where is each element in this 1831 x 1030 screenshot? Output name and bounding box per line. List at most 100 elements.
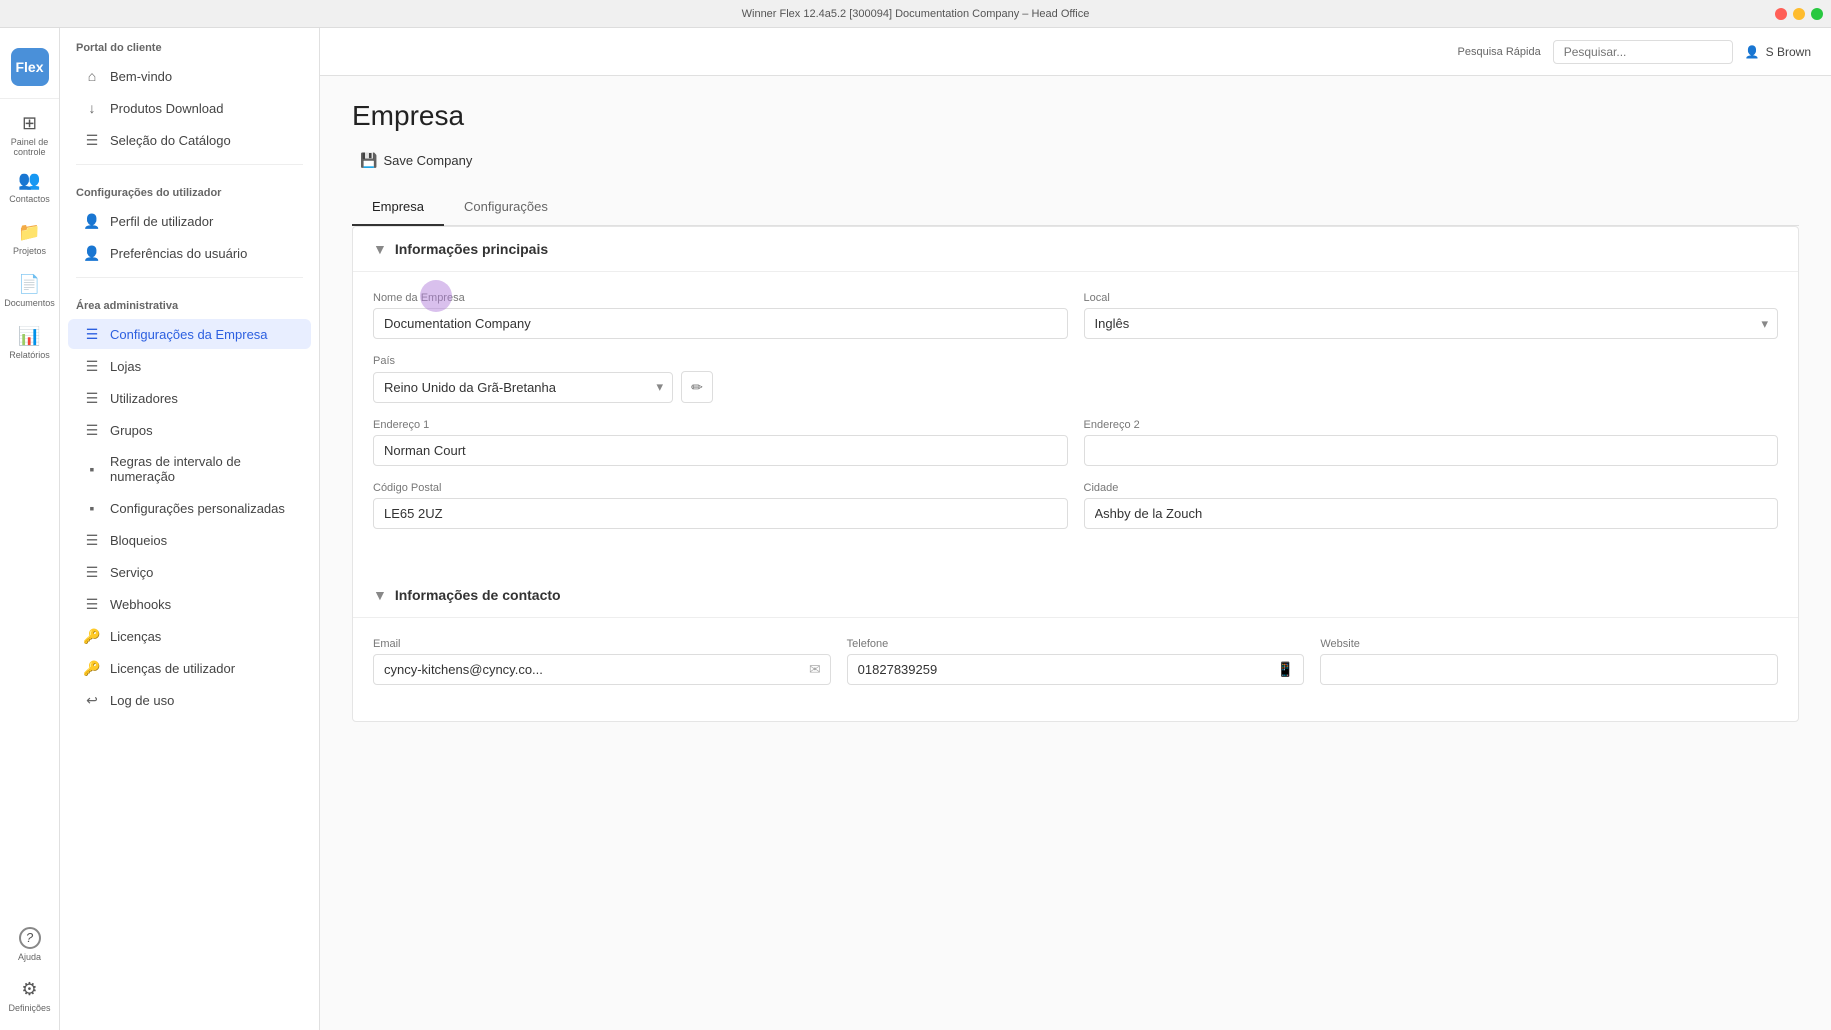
ajuda-icon: ? bbox=[19, 927, 41, 949]
nav-definicoes[interactable]: ⚙ Definições bbox=[6, 972, 54, 1020]
form-row-4: Código Postal Cidade bbox=[373, 482, 1778, 529]
telefone-input-wrapper: 📱 bbox=[847, 654, 1305, 685]
edit-pais-button[interactable]: ✏ bbox=[681, 371, 713, 403]
email-input-wrapper: ✉ bbox=[373, 654, 831, 685]
webhooks-icon: ☰ bbox=[84, 596, 100, 612]
label-telefone: Telefone bbox=[847, 638, 1305, 650]
sidebar-item-label-produtos: Produtos Download bbox=[110, 101, 223, 116]
nav-contactos[interactable]: 👥 Contactos bbox=[6, 163, 54, 211]
sidebar-item-label-preferencias: Preferências do usuário bbox=[110, 246, 247, 261]
sidebar-item-perfil[interactable]: 👤 Perfil de utilizador bbox=[68, 206, 311, 236]
country-select-wrap: Reino Unido da Grã-Bretanha bbox=[373, 372, 673, 403]
sidebar-item-log-uso[interactable]: ↩ Log de uso bbox=[68, 685, 311, 715]
input-telefone[interactable] bbox=[847, 654, 1305, 685]
projetos-icon: 📁 bbox=[18, 222, 40, 243]
email-icon: ✉ bbox=[809, 661, 821, 678]
page-area: Empresa 💾 Save Company Empresa Configura… bbox=[320, 76, 1831, 1030]
sidebar-item-utilizadores[interactable]: ☰ Utilizadores bbox=[68, 383, 311, 413]
group-telefone: Telefone 📱 bbox=[847, 638, 1305, 685]
input-endereco1[interactable] bbox=[373, 435, 1068, 466]
user-info[interactable]: 👤 S Brown bbox=[1745, 45, 1811, 59]
input-endereco2[interactable] bbox=[1084, 435, 1779, 466]
section-header-contacto[interactable]: ▼ Informações de contacto bbox=[353, 573, 1798, 618]
section-header-principais[interactable]: ▼ Informações principais bbox=[353, 227, 1798, 272]
group-cidade: Cidade bbox=[1084, 482, 1779, 529]
sidebar-item-config-personalizadas[interactable]: ▪ Configurações personalizadas bbox=[68, 493, 311, 523]
icon-nav: Flex ⊞ Painel de controle 👥 Contactos 📁 … bbox=[0, 28, 60, 1030]
input-website[interactable] bbox=[1320, 654, 1778, 685]
save-company-button[interactable]: 💾 Save Company bbox=[352, 148, 480, 173]
input-cidade[interactable] bbox=[1084, 498, 1779, 529]
form-row-2: País Reino Unido da Grã-Bretanha ✏ bbox=[373, 355, 1778, 403]
phone-icon: 📱 bbox=[1277, 661, 1294, 678]
sidebar-item-lojas[interactable]: ☰ Lojas bbox=[68, 351, 311, 381]
sidebar-item-label-config-empresa: Configurações da Empresa bbox=[110, 327, 268, 342]
sidebar-item-label-grupos: Grupos bbox=[110, 423, 153, 438]
quick-search-input[interactable] bbox=[1553, 40, 1733, 64]
sidebar-item-label-log-uso: Log de uso bbox=[110, 693, 174, 708]
label-cidade: Cidade bbox=[1084, 482, 1779, 494]
sidebar-item-label-regras: Regras de intervalo de numeração bbox=[110, 454, 295, 484]
save-icon: 💾 bbox=[360, 152, 377, 169]
bloqueios-icon: ☰ bbox=[84, 532, 100, 548]
select-pais[interactable]: Reino Unido da Grã-Bretanha bbox=[373, 372, 673, 403]
sidebar-item-regras[interactable]: ▪ Regras de intervalo de numeração bbox=[68, 447, 311, 491]
tab-configuracoes[interactable]: Configurações bbox=[444, 189, 568, 226]
perfil-icon: 👤 bbox=[84, 213, 100, 229]
collapse-icon-contacto: ▼ bbox=[373, 587, 387, 603]
nav-painel[interactable]: ⊞ Painel de controle bbox=[6, 111, 54, 159]
sidebar-item-catalogo[interactable]: ☰ Seleção do Catálogo bbox=[68, 125, 311, 155]
section-title-principais: Informações principais bbox=[395, 241, 548, 257]
ajuda-label: Ajuda bbox=[18, 952, 41, 962]
select-wrapper-local: Inglês Português bbox=[1084, 308, 1779, 339]
nav-documentos[interactable]: 📄 Documentos bbox=[6, 267, 54, 315]
tab-empresa[interactable]: Empresa bbox=[352, 189, 444, 226]
preferencias-icon: 👤 bbox=[84, 245, 100, 261]
sidebar-item-config-empresa[interactable]: ☰ Configurações da Empresa bbox=[68, 319, 311, 349]
sidebar-item-licencas-utilizador[interactable]: 🔑 Licenças de utilizador bbox=[68, 653, 311, 683]
maximize-btn[interactable] bbox=[1811, 8, 1823, 20]
portal-section-title: Portal do cliente bbox=[60, 28, 319, 60]
sidebar-item-label-perfil: Perfil de utilizador bbox=[110, 214, 213, 229]
sidebar-item-label-config-personalizadas: Configurações personalizadas bbox=[110, 501, 285, 516]
label-endereco1: Endereço 1 bbox=[373, 419, 1068, 431]
label-endereco2: Endereço 2 bbox=[1084, 419, 1779, 431]
pencil-icon: ✏ bbox=[691, 379, 703, 396]
group-email: Email ✉ bbox=[373, 638, 831, 685]
sidebar-item-label-licencas: Licenças bbox=[110, 629, 161, 644]
sidebar-item-grupos[interactable]: ☰ Grupos bbox=[68, 415, 311, 445]
catalogo-icon: ☰ bbox=[84, 132, 100, 148]
sidebar-item-webhooks[interactable]: ☰ Webhooks bbox=[68, 589, 311, 619]
input-nome-empresa[interactable] bbox=[373, 308, 1068, 339]
nav-ajuda[interactable]: ? Ajuda bbox=[6, 920, 54, 968]
relatorios-label: Relatórios bbox=[9, 350, 50, 360]
nav-relatorios[interactable]: 📊 Relatórios bbox=[6, 319, 54, 367]
produtos-icon: ↓ bbox=[84, 100, 100, 116]
contactos-label: Contactos bbox=[9, 194, 50, 204]
sidebar-item-bem-vindo[interactable]: ⌂ Bem-vindo bbox=[68, 61, 311, 91]
label-email: Email bbox=[373, 638, 831, 650]
select-local[interactable]: Inglês Português bbox=[1084, 308, 1779, 339]
minimize-btn[interactable] bbox=[1793, 8, 1805, 20]
regras-icon: ▪ bbox=[84, 461, 100, 477]
sidebar-item-produtos[interactable]: ↓ Produtos Download bbox=[68, 93, 311, 123]
form-row-1: Nome da Empresa Local Inglês Português bbox=[373, 292, 1778, 339]
sidebar-item-preferencias[interactable]: 👤 Preferências do usuário bbox=[68, 238, 311, 268]
log-uso-icon: ↩ bbox=[84, 692, 100, 708]
definicoes-icon: ⚙ bbox=[21, 979, 37, 1000]
nav-projetos[interactable]: 📁 Projetos bbox=[6, 215, 54, 263]
sidebar-item-servico[interactable]: ☰ Serviço bbox=[68, 557, 311, 587]
sidebar-item-licencas[interactable]: 🔑 Licenças bbox=[68, 621, 311, 651]
group-website: Website bbox=[1320, 638, 1778, 685]
documentos-icon: 📄 bbox=[18, 274, 40, 295]
sidebar-item-bloqueios[interactable]: ☰ Bloqueios bbox=[68, 525, 311, 555]
form-row-contact: Email ✉ Telefone 📱 bbox=[373, 638, 1778, 685]
window-controls bbox=[1775, 8, 1823, 20]
grupos-icon: ☰ bbox=[84, 422, 100, 438]
close-btn[interactable] bbox=[1775, 8, 1787, 20]
label-codigo-postal: Código Postal bbox=[373, 482, 1068, 494]
input-email[interactable] bbox=[373, 654, 831, 685]
group-endereco1: Endereço 1 bbox=[373, 419, 1068, 466]
input-codigo-postal[interactable] bbox=[373, 498, 1068, 529]
section-title-contacto: Informações de contacto bbox=[395, 587, 561, 603]
